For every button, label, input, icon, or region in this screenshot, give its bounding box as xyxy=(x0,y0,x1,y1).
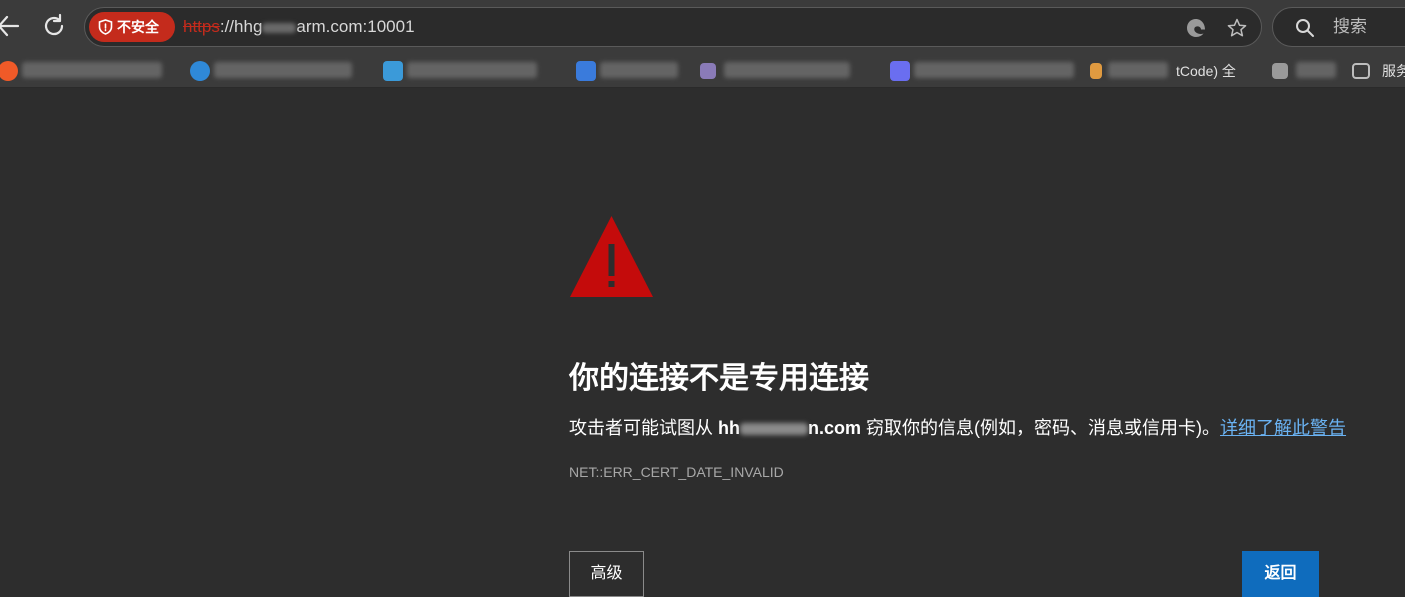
url-host-start: hhg xyxy=(234,17,263,36)
redacted-text xyxy=(914,62,1074,78)
bookmark-item[interactable] xyxy=(383,60,543,82)
host-start: hh xyxy=(718,418,741,438)
error-description: 攻击者可能试图从 hh n.com 窃取你的信息(例如，密码、消息或信用卡)。详细… xyxy=(569,416,1346,440)
redacted-text xyxy=(1108,62,1168,78)
edge-icon[interactable] xyxy=(1185,17,1207,39)
description-text-before: 攻击者可能试图从 xyxy=(569,418,719,438)
bookmark-favicon-icon xyxy=(700,63,716,79)
redacted-text xyxy=(22,62,162,78)
shield-warning-icon xyxy=(98,19,113,35)
redacted-text xyxy=(214,62,352,78)
bookmark-label: tCode) 全 xyxy=(1176,63,1236,79)
error-code: NET::ERR_CERT_DATE_INVALID xyxy=(569,464,784,480)
search-placeholder: 搜索 xyxy=(1333,17,1367,36)
redacted-text xyxy=(1296,62,1336,78)
reload-icon[interactable] xyxy=(40,12,68,40)
redacted-text xyxy=(740,423,809,436)
not-secure-badge[interactable]: 不安全 xyxy=(89,12,175,42)
bookmarks-bar: tCode) 全 服务 xyxy=(0,54,1405,88)
address-bar[interactable]: 不安全 https://hhg arm.com:10001 xyxy=(84,7,1262,47)
bookmark-favicon-icon xyxy=(1272,63,1288,79)
redacted-text xyxy=(262,22,297,33)
bookmark-item[interactable] xyxy=(576,60,686,82)
bookmark-item[interactable] xyxy=(0,60,168,82)
host-end: n.com xyxy=(808,418,862,438)
bookmark-label: 服务 xyxy=(1382,63,1405,79)
bookmark-folder-icon xyxy=(1352,63,1370,79)
browser-toolbar: 不安全 https://hhg arm.com:10001 搜索 xyxy=(0,0,1405,54)
advanced-button[interactable]: 高级 xyxy=(569,551,644,597)
bookmark-item[interactable]: 服务 xyxy=(1352,60,1405,82)
url-host-end: arm.com:10001 xyxy=(296,17,415,36)
page-title: 你的连接不是专用连接 xyxy=(569,362,869,395)
search-icon xyxy=(1296,19,1314,37)
learn-more-link[interactable]: 详细了解此警告 xyxy=(1220,418,1346,438)
bookmark-item[interactable] xyxy=(890,60,1080,82)
url-text[interactable]: https://hhg arm.com:10001 xyxy=(183,8,415,46)
description-text-after: 窃取你的信息(例如，密码、消息或信用卡)。 xyxy=(861,418,1221,438)
url-scheme: https xyxy=(183,17,220,36)
search-box[interactable]: 搜索 xyxy=(1272,7,1405,47)
bookmark-favicon-icon xyxy=(890,61,910,81)
back-arrow-icon[interactable] xyxy=(0,12,22,40)
redacted-text xyxy=(724,62,850,78)
bookmark-item[interactable]: tCode) 全 xyxy=(1090,60,1250,82)
bookmark-favicon-icon xyxy=(190,61,210,81)
redacted-text xyxy=(407,62,537,78)
bookmark-item[interactable] xyxy=(190,60,360,82)
url-separator: :// xyxy=(219,17,235,36)
warning-triangle-icon xyxy=(570,216,653,297)
redacted-text xyxy=(600,62,678,78)
bookmark-favicon-icon xyxy=(1090,63,1102,79)
bookmark-favicon-icon xyxy=(576,61,596,81)
bookmark-favicon-icon xyxy=(0,61,18,81)
favorite-star-icon[interactable] xyxy=(1226,17,1248,39)
bookmark-item[interactable] xyxy=(1272,60,1342,82)
bookmark-item[interactable] xyxy=(700,60,860,82)
not-secure-label: 不安全 xyxy=(117,19,159,35)
back-button[interactable]: 返回 xyxy=(1242,551,1319,597)
bookmark-favicon-icon xyxy=(383,61,403,81)
